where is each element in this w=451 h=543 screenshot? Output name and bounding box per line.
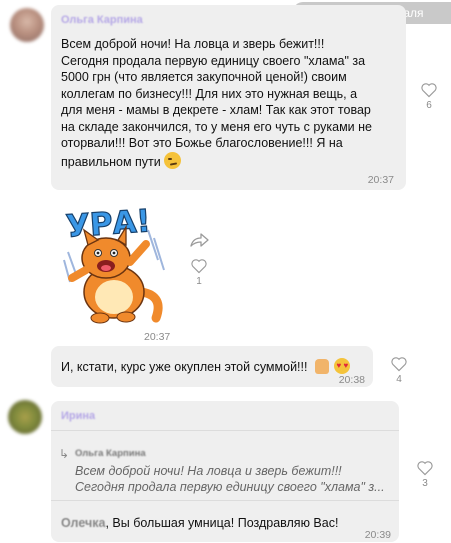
message-text: И, кстати, курс уже окуплен этой суммой!… xyxy=(61,358,351,376)
like-button[interactable]: 6 xyxy=(416,82,442,111)
message-line: на складе закончился, то у меня его чуть… xyxy=(61,119,372,134)
cat-sticker-icon: УРА! xyxy=(63,203,165,324)
avatar[interactable] xyxy=(8,400,42,434)
message-bubble[interactable]: Ирина ↳ Ольга Карпина Всем доброй ночи! … xyxy=(51,401,399,542)
thumbs-up-emoji-icon xyxy=(314,359,329,374)
message-line: оторвали!!! Вот это Божье благословение!… xyxy=(61,136,343,150)
like-count: 4 xyxy=(396,374,402,385)
message-text: Всем доброй ночи! На ловца и зверь бежит… xyxy=(61,36,401,170)
message-line: , Вы большая умница! Поздравляю Вас! xyxy=(105,516,339,530)
message-bubble[interactable]: И, кстати, курс уже окуплен этой суммой!… xyxy=(51,346,373,387)
like-button[interactable]: 4 xyxy=(386,356,412,385)
message-time: 20:37 xyxy=(144,331,171,343)
heart-icon xyxy=(191,259,207,274)
quote-text: Всем доброй ночи! На ловца и зверь бежит… xyxy=(75,463,391,495)
like-button[interactable]: 1 xyxy=(186,258,212,287)
message-line: Всем доброй ночи! На ловца и зверь бежит… xyxy=(61,37,325,51)
message-line: Сегодня продала первую единицу своего "х… xyxy=(61,53,366,68)
sticker[interactable]: УРА! xyxy=(60,200,170,325)
message-time: 20:39 xyxy=(364,529,391,541)
quote-line: Всем доброй ночи! На ловца и зверь бежит… xyxy=(75,464,342,478)
share-button[interactable] xyxy=(189,232,209,253)
reply-arrow-icon: ↳ xyxy=(59,447,70,461)
reply-quote[interactable]: ↳ Ольга Карпина Всем доброй ночи! На лов… xyxy=(51,430,399,501)
message-line: коллегам по бизнесу!!! Для них это нужна… xyxy=(61,86,358,101)
smirk-emoji-icon xyxy=(164,151,182,169)
message-bubble[interactable]: Ольга Карпина Всем доброй ночи! На ловца… xyxy=(51,5,406,190)
mention-link[interactable]: Олечка xyxy=(61,516,105,530)
message-line: И, кстати, курс уже окуплен этой суммой!… xyxy=(61,360,308,374)
like-count: 6 xyxy=(426,100,432,111)
message-line: 5000 грн (что является закупочной ценой!… xyxy=(61,70,347,84)
message-text: Олечка, Вы большая умница! Поздравляю Ва… xyxy=(61,515,338,532)
message-line: для меня - мамы в декрете - хлам! Так ка… xyxy=(61,103,371,117)
sender-name[interactable]: Ольга Карпина xyxy=(61,14,143,26)
quote-line: Сегодня продала первую единицу своего "х… xyxy=(75,480,385,494)
message-time: 20:37 xyxy=(367,174,394,186)
heart-icon xyxy=(421,83,437,98)
heart-eyes-emoji-icon xyxy=(334,358,351,375)
message-time: 20:38 xyxy=(338,374,365,386)
like-button[interactable]: 3 xyxy=(412,460,438,489)
avatar[interactable] xyxy=(10,8,44,42)
sender-name[interactable]: Ирина xyxy=(61,410,95,422)
message-line: правильном пути xyxy=(61,154,161,169)
heart-icon xyxy=(417,461,433,476)
share-arrow-icon xyxy=(190,233,209,247)
like-count: 1 xyxy=(196,276,202,287)
quote-author: Ольга Карпина xyxy=(75,448,146,459)
heart-icon xyxy=(391,357,407,372)
like-count: 3 xyxy=(422,478,428,489)
